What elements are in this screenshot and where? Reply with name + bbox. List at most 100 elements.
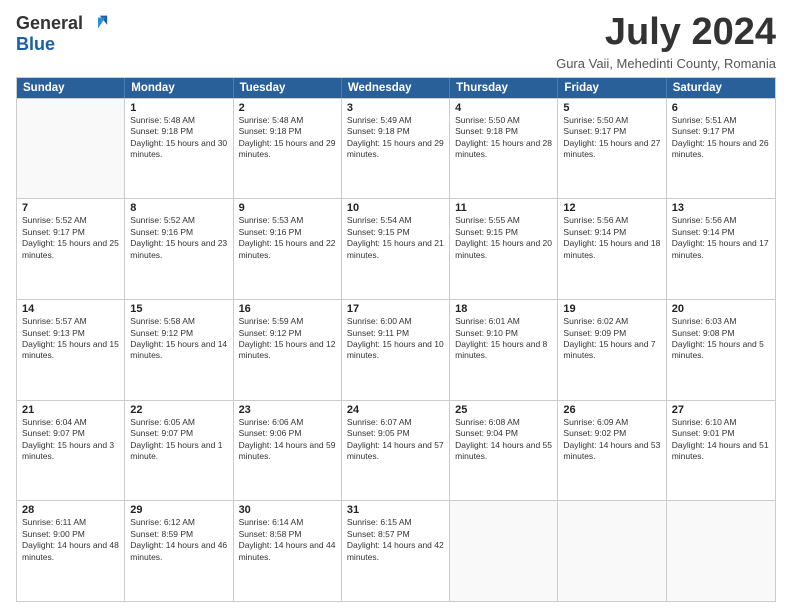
cal-cell-day-9: 9Sunrise: 5:53 AMSunset: 9:16 PMDaylight… (234, 199, 342, 299)
cell-day-number: 22 (130, 404, 227, 416)
cell-day-number: 25 (455, 404, 552, 416)
cell-info: Sunrise: 5:54 AMSunset: 9:15 PMDaylight:… (347, 215, 444, 261)
cell-day-number: 12 (563, 202, 660, 214)
cal-header-friday: Friday (558, 78, 666, 98)
cal-week-5: 28Sunrise: 6:11 AMSunset: 9:00 PMDayligh… (17, 500, 775, 601)
month-title: July 2024 (556, 12, 776, 54)
cell-info: Sunrise: 6:09 AMSunset: 9:02 PMDaylight:… (563, 417, 660, 463)
cell-info: Sunrise: 6:12 AMSunset: 8:59 PMDaylight:… (130, 517, 227, 563)
cal-cell-day-25: 25Sunrise: 6:08 AMSunset: 9:04 PMDayligh… (450, 401, 558, 501)
cal-cell-day-18: 18Sunrise: 6:01 AMSunset: 9:10 PMDayligh… (450, 300, 558, 400)
cell-info: Sunrise: 5:59 AMSunset: 9:12 PMDaylight:… (239, 316, 336, 362)
cal-header-monday: Monday (125, 78, 233, 98)
cal-cell-day-6: 6Sunrise: 5:51 AMSunset: 9:17 PMDaylight… (667, 99, 775, 199)
location: Gura Vaii, Mehedinti County, Romania (556, 56, 776, 71)
cell-day-number: 14 (22, 303, 119, 315)
cell-day-number: 19 (563, 303, 660, 315)
cal-header-tuesday: Tuesday (234, 78, 342, 98)
cell-day-number: 17 (347, 303, 444, 315)
cell-info: Sunrise: 5:49 AMSunset: 9:18 PMDaylight:… (347, 115, 444, 161)
cell-day-number: 23 (239, 404, 336, 416)
cell-info: Sunrise: 6:06 AMSunset: 9:06 PMDaylight:… (239, 417, 336, 463)
cal-week-4: 21Sunrise: 6:04 AMSunset: 9:07 PMDayligh… (17, 400, 775, 501)
cell-info: Sunrise: 5:52 AMSunset: 9:16 PMDaylight:… (130, 215, 227, 261)
calendar-header: SundayMondayTuesdayWednesdayThursdayFrid… (17, 78, 775, 98)
cell-info: Sunrise: 5:55 AMSunset: 9:15 PMDaylight:… (455, 215, 552, 261)
cell-day-number: 27 (672, 404, 770, 416)
cell-info: Sunrise: 6:04 AMSunset: 9:07 PMDaylight:… (22, 417, 119, 463)
cell-info: Sunrise: 5:50 AMSunset: 9:18 PMDaylight:… (455, 115, 552, 161)
cell-info: Sunrise: 5:56 AMSunset: 9:14 PMDaylight:… (672, 215, 770, 261)
cell-info: Sunrise: 6:03 AMSunset: 9:08 PMDaylight:… (672, 316, 770, 362)
cal-cell-day-28: 28Sunrise: 6:11 AMSunset: 9:00 PMDayligh… (17, 501, 125, 601)
cal-cell-day-26: 26Sunrise: 6:09 AMSunset: 9:02 PMDayligh… (558, 401, 666, 501)
cal-cell-day-19: 19Sunrise: 6:02 AMSunset: 9:09 PMDayligh… (558, 300, 666, 400)
logo-icon (87, 12, 109, 34)
cal-cell-day-22: 22Sunrise: 6:05 AMSunset: 9:07 PMDayligh… (125, 401, 233, 501)
logo: General Blue (16, 12, 109, 55)
cell-day-number: 7 (22, 202, 119, 214)
cell-info: Sunrise: 6:02 AMSunset: 9:09 PMDaylight:… (563, 316, 660, 362)
cell-day-number: 11 (455, 202, 552, 214)
cal-cell-day-13: 13Sunrise: 5:56 AMSunset: 9:14 PMDayligh… (667, 199, 775, 299)
cell-info: Sunrise: 5:50 AMSunset: 9:17 PMDaylight:… (563, 115, 660, 161)
cell-info: Sunrise: 6:01 AMSunset: 9:10 PMDaylight:… (455, 316, 552, 362)
cell-day-number: 13 (672, 202, 770, 214)
cell-info: Sunrise: 5:51 AMSunset: 9:17 PMDaylight:… (672, 115, 770, 161)
cal-cell-empty (17, 99, 125, 199)
cal-cell-day-12: 12Sunrise: 5:56 AMSunset: 9:14 PMDayligh… (558, 199, 666, 299)
cal-cell-day-30: 30Sunrise: 6:14 AMSunset: 8:58 PMDayligh… (234, 501, 342, 601)
cal-cell-day-1: 1Sunrise: 5:48 AMSunset: 9:18 PMDaylight… (125, 99, 233, 199)
cal-cell-day-14: 14Sunrise: 5:57 AMSunset: 9:13 PMDayligh… (17, 300, 125, 400)
cal-cell-day-31: 31Sunrise: 6:15 AMSunset: 8:57 PMDayligh… (342, 501, 450, 601)
cal-cell-day-16: 16Sunrise: 5:59 AMSunset: 9:12 PMDayligh… (234, 300, 342, 400)
cal-header-wednesday: Wednesday (342, 78, 450, 98)
cell-info: Sunrise: 6:11 AMSunset: 9:00 PMDaylight:… (22, 517, 119, 563)
logo-general-text: General (16, 13, 83, 34)
cell-info: Sunrise: 6:05 AMSunset: 9:07 PMDaylight:… (130, 417, 227, 463)
cell-day-number: 2 (239, 102, 336, 114)
cell-info: Sunrise: 5:52 AMSunset: 9:17 PMDaylight:… (22, 215, 119, 261)
cell-day-number: 31 (347, 504, 444, 516)
cell-info: Sunrise: 5:48 AMSunset: 9:18 PMDaylight:… (239, 115, 336, 161)
cal-cell-day-21: 21Sunrise: 6:04 AMSunset: 9:07 PMDayligh… (17, 401, 125, 501)
cell-day-number: 4 (455, 102, 552, 114)
logo-blue-text: Blue (16, 34, 55, 55)
cal-week-3: 14Sunrise: 5:57 AMSunset: 9:13 PMDayligh… (17, 299, 775, 400)
cell-info: Sunrise: 6:08 AMSunset: 9:04 PMDaylight:… (455, 417, 552, 463)
cell-info: Sunrise: 5:48 AMSunset: 9:18 PMDaylight:… (130, 115, 227, 161)
cal-cell-day-11: 11Sunrise: 5:55 AMSunset: 9:15 PMDayligh… (450, 199, 558, 299)
cell-day-number: 18 (455, 303, 552, 315)
cell-info: Sunrise: 5:57 AMSunset: 9:13 PMDaylight:… (22, 316, 119, 362)
cell-day-number: 9 (239, 202, 336, 214)
cal-cell-day-17: 17Sunrise: 6:00 AMSunset: 9:11 PMDayligh… (342, 300, 450, 400)
cal-cell-day-20: 20Sunrise: 6:03 AMSunset: 9:08 PMDayligh… (667, 300, 775, 400)
header: General Blue July 2024 Gura Vaii, Mehedi… (16, 12, 776, 71)
cal-header-thursday: Thursday (450, 78, 558, 98)
cell-day-number: 3 (347, 102, 444, 114)
cell-day-number: 29 (130, 504, 227, 516)
cal-cell-empty (450, 501, 558, 601)
cell-day-number: 10 (347, 202, 444, 214)
cell-info: Sunrise: 6:15 AMSunset: 8:57 PMDaylight:… (347, 517, 444, 563)
title-section: July 2024 Gura Vaii, Mehedinti County, R… (556, 12, 776, 71)
cal-cell-day-4: 4Sunrise: 5:50 AMSunset: 9:18 PMDaylight… (450, 99, 558, 199)
cal-week-2: 7Sunrise: 5:52 AMSunset: 9:17 PMDaylight… (17, 198, 775, 299)
cell-info: Sunrise: 5:53 AMSunset: 9:16 PMDaylight:… (239, 215, 336, 261)
cell-day-number: 15 (130, 303, 227, 315)
cal-cell-day-8: 8Sunrise: 5:52 AMSunset: 9:16 PMDaylight… (125, 199, 233, 299)
cell-day-number: 16 (239, 303, 336, 315)
cell-day-number: 20 (672, 303, 770, 315)
cal-header-saturday: Saturday (667, 78, 775, 98)
cal-cell-day-23: 23Sunrise: 6:06 AMSunset: 9:06 PMDayligh… (234, 401, 342, 501)
calendar: SundayMondayTuesdayWednesdayThursdayFrid… (16, 77, 776, 602)
cal-cell-day-24: 24Sunrise: 6:07 AMSunset: 9:05 PMDayligh… (342, 401, 450, 501)
cell-day-number: 8 (130, 202, 227, 214)
cell-day-number: 5 (563, 102, 660, 114)
cal-cell-empty (558, 501, 666, 601)
cell-day-number: 28 (22, 504, 119, 516)
cell-day-number: 1 (130, 102, 227, 114)
cal-cell-day-5: 5Sunrise: 5:50 AMSunset: 9:17 PMDaylight… (558, 99, 666, 199)
cal-cell-day-3: 3Sunrise: 5:49 AMSunset: 9:18 PMDaylight… (342, 99, 450, 199)
cell-day-number: 24 (347, 404, 444, 416)
